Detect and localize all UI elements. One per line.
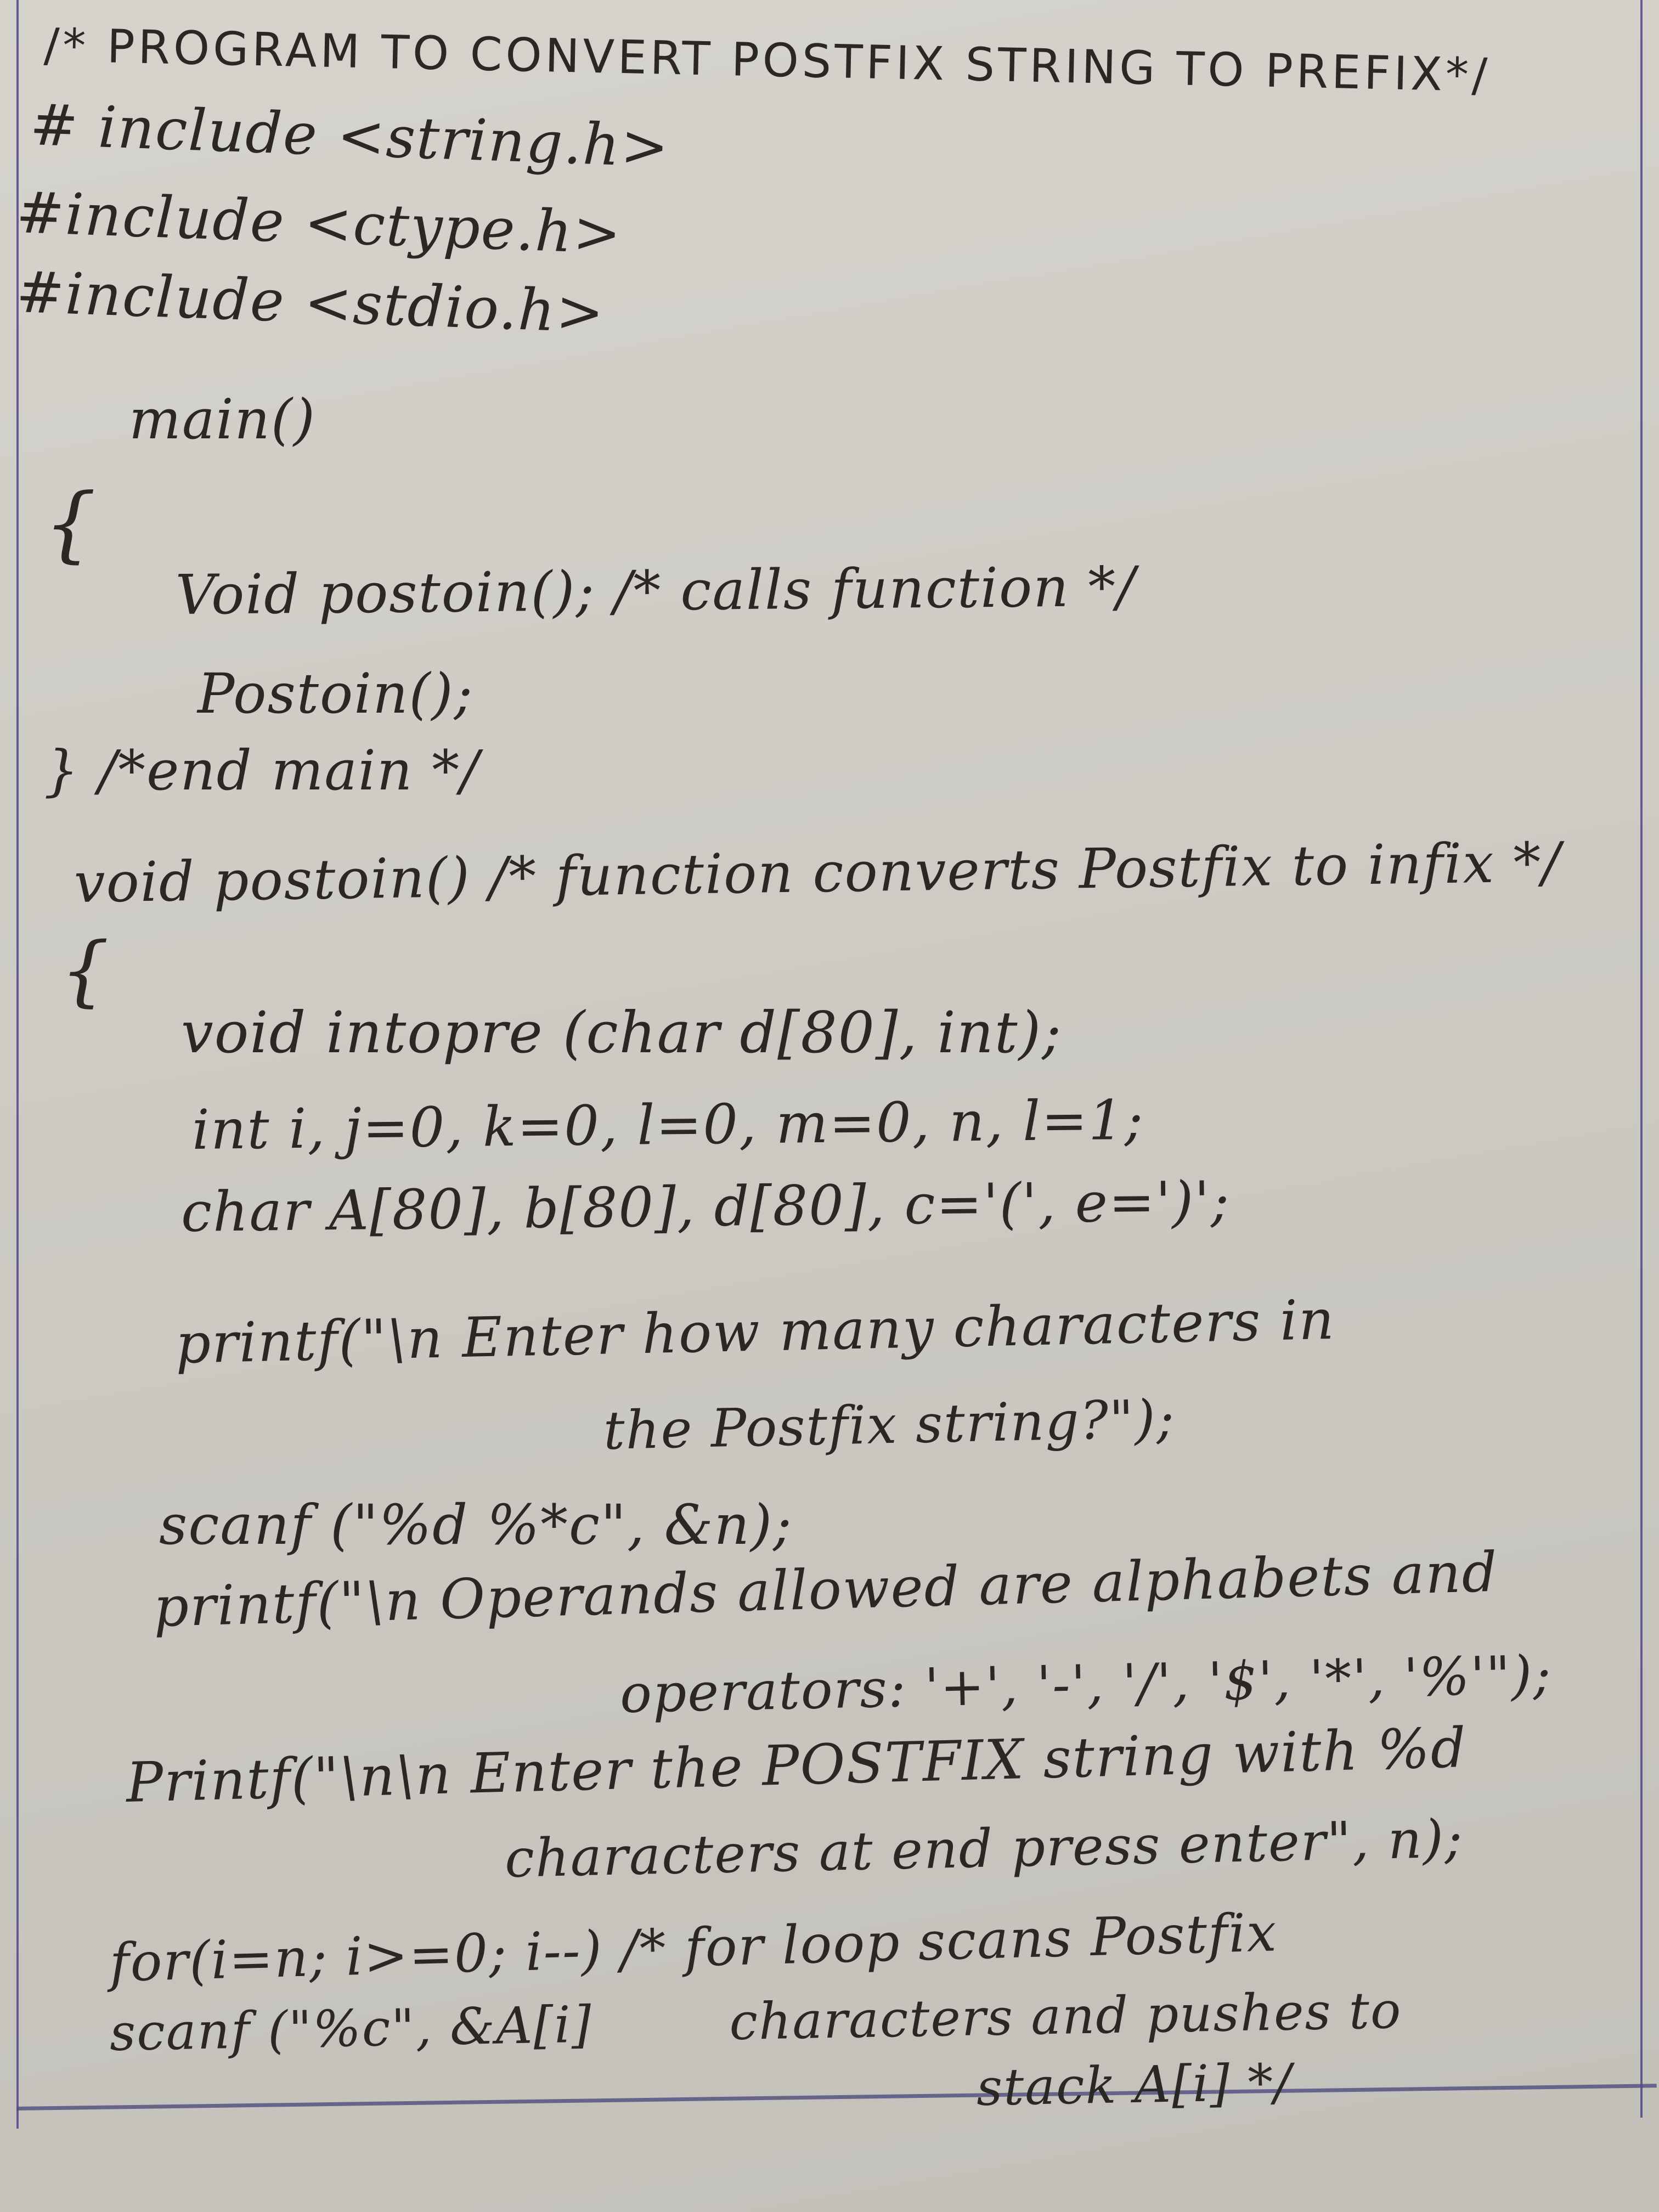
right-margin-line — [1640, 0, 1643, 2118]
scanf-char: scanf ("%c", &A[i] characters and pushes… — [109, 1980, 1403, 2062]
postoin-declaration: Void postoin(); /* calls function */ — [175, 554, 1137, 627]
for-loop: for(i=n; i>=0; i--) /* for loop scans Po… — [109, 1901, 1278, 1994]
intopre-declaration: void intopre (char d[80], int); — [181, 999, 1063, 1066]
main-signature: main() — [129, 387, 316, 452]
bottom-rule-line — [16, 2084, 1657, 2111]
scanf-count: scanf ("%d %*c", &n); — [159, 1493, 793, 1557]
printf-enter-count-line2: the Postfix string?"); — [602, 1388, 1176, 1462]
postoin-call: Postoin(); — [198, 662, 474, 726]
stack-comment-end: stack A[i] */ — [976, 2052, 1293, 2117]
include-stdio-h: #include <stdio.h> — [15, 258, 606, 346]
printf-operands-line2: operators: '+', '-', '/', '$', '*', '%'"… — [619, 1644, 1553, 1725]
printf-enter-postfix-line1: Printf("\n\n Enter the POSTFIX string wi… — [125, 1716, 1468, 1815]
printf-enter-count-line1: printf("\n Enter how many characters in — [174, 1287, 1336, 1376]
printf-enter-postfix-line2: characters at end press enter", n); — [504, 1808, 1464, 1889]
notebook-page: /* PROGRAM TO CONVERT POSTFIX STRING TO … — [0, 0, 1659, 2212]
postoin-open-brace: { — [60, 926, 111, 1015]
postoin-signature: void postoin() /* function converts Post… — [74, 830, 1562, 915]
printf-operands-line1: printf("\n Operands allowed are alphabet… — [153, 1539, 1499, 1639]
int-declarations: int i, j=0, k=0, l=0, m=0, n, l=1; — [191, 1087, 1144, 1162]
main-close: } /*end main */ — [44, 738, 480, 803]
program-title: /* PROGRAM TO CONVERT POSTFIX STRING TO … — [43, 18, 1492, 103]
include-ctype-h: #include <ctype.h> — [15, 179, 623, 267]
char-declarations: char A[80], b[80], d[80], c='(', e=')'; — [180, 1169, 1231, 1244]
include-string-h: # include <string.h> — [29, 91, 671, 180]
main-open-brace: { — [44, 476, 98, 572]
